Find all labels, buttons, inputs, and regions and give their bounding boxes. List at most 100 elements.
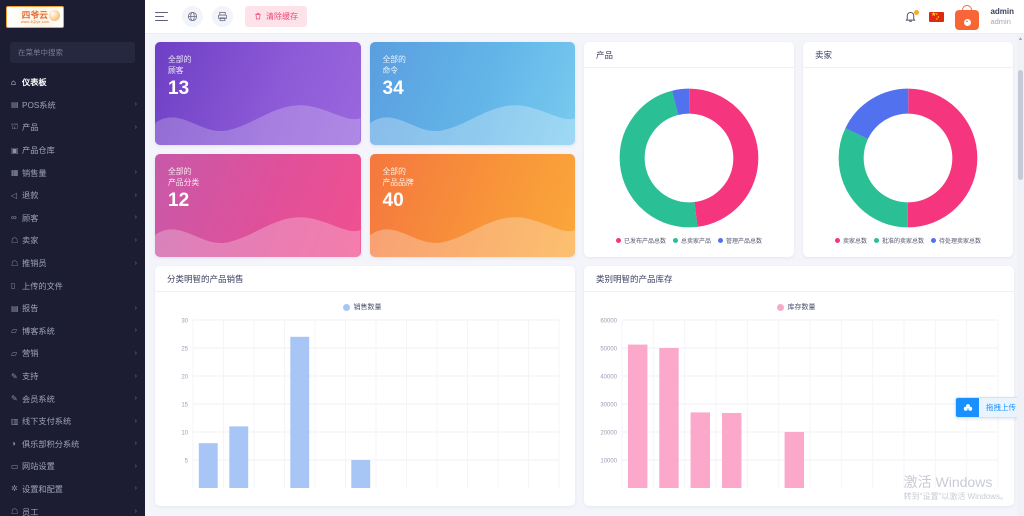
print-icon[interactable] bbox=[212, 6, 233, 27]
svg-text:10: 10 bbox=[181, 431, 188, 437]
sidebar-item-1[interactable]: ▤ POS系统 › bbox=[0, 94, 145, 117]
logo-orb-icon bbox=[49, 10, 60, 21]
membership-icon: ✎ bbox=[11, 394, 18, 404]
hamburger-icon[interactable] bbox=[153, 7, 173, 27]
sidebar-item-19[interactable]: ☖ 员工 › bbox=[0, 500, 145, 516]
legend-swatch bbox=[342, 303, 350, 311]
bar-0[interactable]: 51200 bbox=[628, 344, 648, 488]
user-info[interactable]: admin admin bbox=[990, 7, 1014, 27]
refund-icon: ◁ bbox=[11, 190, 18, 200]
row-top: 全部的 顾客 13 全部的 命令 34 全部的 产品分类 12 全部的 产品品牌 40 产品 已发布产… bbox=[155, 42, 1014, 257]
sidebar-item-3[interactable]: ▣ 产品仓库 bbox=[0, 139, 145, 162]
seller-donut-legend: 卖家总数 批准的卖家总数 待处理卖家总数 bbox=[834, 236, 981, 245]
report-icon: ▤ bbox=[11, 303, 19, 313]
sidebar-item-12[interactable]: ▱ 营销 › bbox=[0, 342, 145, 365]
bar-1[interactable]: 50000 bbox=[659, 348, 679, 488]
seller-icon: ☖ bbox=[11, 235, 19, 245]
sidebar-item-label: 销售量 bbox=[22, 168, 47, 178]
bar-3[interactable]: 27 bbox=[290, 336, 310, 488]
legend-item[interactable]: 已发布产品总数 bbox=[615, 236, 666, 245]
sidebar: 四爷云 www.4Qiye.com ⌂仪表板▤POS系统›⛫产品›▣产品仓库▦销… bbox=[0, 0, 145, 516]
sidebar-search[interactable] bbox=[10, 42, 135, 63]
svg-text:40000: 40000 bbox=[600, 375, 617, 381]
sidebar-item-8[interactable]: ☖ 推销员 › bbox=[0, 252, 145, 275]
legend-item[interactable]: 管理产品总数 bbox=[718, 236, 762, 245]
legend-item[interactable]: 待处理卖家总数 bbox=[931, 236, 981, 245]
sidebar-item-6[interactable]: ∞ 顾客 › bbox=[0, 207, 145, 230]
topbar-right: ★ ★ ★ ★ admin admin bbox=[904, 4, 1014, 30]
stat-title: 产品分类 bbox=[168, 178, 200, 187]
avatar[interactable] bbox=[955, 4, 980, 30]
warehouse-icon: ▣ bbox=[11, 145, 19, 155]
sidebar-item-label: 产品仓库 bbox=[22, 146, 55, 156]
bar-0[interactable]: 8 bbox=[198, 443, 218, 488]
globe-icon[interactable] bbox=[182, 6, 203, 27]
stat-card-0[interactable]: 全部的 顾客 13 bbox=[155, 42, 361, 145]
bar-3[interactable]: 26800 bbox=[722, 413, 742, 488]
card-wave-decoration bbox=[369, 217, 575, 257]
drag-upload-widget[interactable]: 拖拽上传 bbox=[955, 397, 1024, 418]
legend-item[interactable]: 卖家总数 bbox=[834, 236, 867, 245]
svg-text:20000: 20000 bbox=[600, 431, 617, 437]
offline-pay-icon: ▥ bbox=[11, 416, 19, 426]
product-donut-legend: 已发布产品总数 总卖家产品 管理产品总数 bbox=[615, 236, 762, 245]
sidebar-item-2[interactable]: ⛫ 产品 › bbox=[0, 116, 145, 139]
brand-logo[interactable]: 四爷云 www.4Qiye.com bbox=[0, 0, 145, 34]
panel-title-stock: 类别明智的产品库存 bbox=[584, 266, 1014, 292]
scroll-up-arrow-icon[interactable]: ▲ bbox=[1018, 36, 1024, 42]
search-input[interactable] bbox=[18, 48, 127, 57]
sidebar-item-label: 上传的文件 bbox=[22, 281, 63, 291]
card-wave-decoration bbox=[155, 105, 361, 145]
bar-5[interactable]: 5 bbox=[351, 460, 371, 488]
sidebar-item-13[interactable]: ✎ 支持 › bbox=[0, 365, 145, 388]
dashboard-app: 四爷云 www.4Qiye.com ⌂仪表板▤POS系统›⛫产品›▣产品仓库▦销… bbox=[0, 0, 1024, 516]
stat-card-2[interactable]: 全部的 产品分类 12 bbox=[155, 154, 361, 257]
bar-5[interactable]: 20000 bbox=[784, 432, 804, 488]
blog-icon: ▱ bbox=[11, 326, 18, 336]
bell-icon[interactable] bbox=[904, 9, 920, 25]
home-icon: ⌂ bbox=[11, 77, 16, 87]
stat-prefix: 全部的 bbox=[168, 55, 192, 64]
panel-stock-chart: 类别明智的产品库存 库存数量 10000 20000 30000 40000 50000… bbox=[584, 266, 1014, 506]
sidebar-item-5[interactable]: ◁ 退款 › bbox=[0, 184, 145, 207]
sidebar-item-14[interactable]: ✎ 会员系统 › bbox=[0, 387, 145, 410]
sidebar-item-15[interactable]: ▥ 线下支付系统 › bbox=[0, 410, 145, 433]
legend-label: 库存数量 bbox=[787, 304, 816, 311]
chevron-right-icon: › bbox=[134, 123, 137, 131]
sidebar-item-16[interactable]: ◑ 俱乐部积分系统 › bbox=[0, 433, 145, 456]
sidebar-item-10[interactable]: ▤ 报告 › bbox=[0, 297, 145, 320]
chevron-right-icon: › bbox=[134, 101, 137, 109]
card-wave-decoration bbox=[155, 217, 361, 257]
chevron-right-icon: › bbox=[134, 485, 137, 493]
legend-item[interactable]: 批准的卖家总数 bbox=[873, 236, 924, 245]
sidebar-item-18[interactable]: ✲ 设置和配置 › bbox=[0, 478, 145, 501]
stat-card-3[interactable]: 全部的 产品品牌 40 bbox=[369, 154, 575, 257]
marketing-icon: ▱ bbox=[11, 348, 18, 358]
stat-title: 命令 bbox=[382, 66, 399, 75]
stat-card-1[interactable]: 全部的 命令 34 bbox=[369, 42, 575, 145]
legend-item[interactable]: 总卖家产品 bbox=[672, 236, 711, 245]
sidebar-item-label: 仪表板 bbox=[22, 78, 47, 88]
chevron-right-icon: › bbox=[134, 417, 137, 425]
bar-1[interactable]: 11 bbox=[229, 426, 249, 488]
scrollbar-thumb[interactable] bbox=[1018, 70, 1023, 180]
chevron-right-icon: › bbox=[134, 395, 137, 403]
sidebar-item-17[interactable]: ▭ 网站设置 › bbox=[0, 455, 145, 478]
legend-swatch bbox=[718, 237, 723, 243]
page-scrollbar[interactable]: ▲ bbox=[1017, 34, 1024, 516]
sidebar-item-label: 推销员 bbox=[22, 259, 47, 269]
stock-chart-legend: 库存数量 bbox=[588, 302, 1004, 312]
stat-title: 顾客 bbox=[168, 66, 184, 75]
sidebar-item-0[interactable]: ⌂ 仪表板 bbox=[0, 71, 145, 94]
sidebar-item-7[interactable]: ☖ 卖家 › bbox=[0, 229, 145, 252]
sidebar-item-4[interactable]: ▦ 销售量 › bbox=[0, 161, 145, 184]
sidebar-item-11[interactable]: ▱ 博客系统 › bbox=[0, 320, 145, 343]
sidebar-item-9[interactable]: ▯ 上传的文件 bbox=[0, 274, 145, 297]
china-flag-icon[interactable]: ★ ★ ★ ★ bbox=[929, 11, 945, 22]
bar-2[interactable]: 27000 bbox=[690, 412, 710, 488]
legend-label: 批准的卖家总数 bbox=[881, 238, 924, 245]
sidebar-item-label: 线下支付系统 bbox=[22, 417, 72, 427]
legend-label: 销售数量 bbox=[353, 304, 382, 311]
clear-cache-button[interactable]: 清除缓存 bbox=[245, 6, 307, 27]
chevron-right-icon: › bbox=[134, 508, 137, 516]
